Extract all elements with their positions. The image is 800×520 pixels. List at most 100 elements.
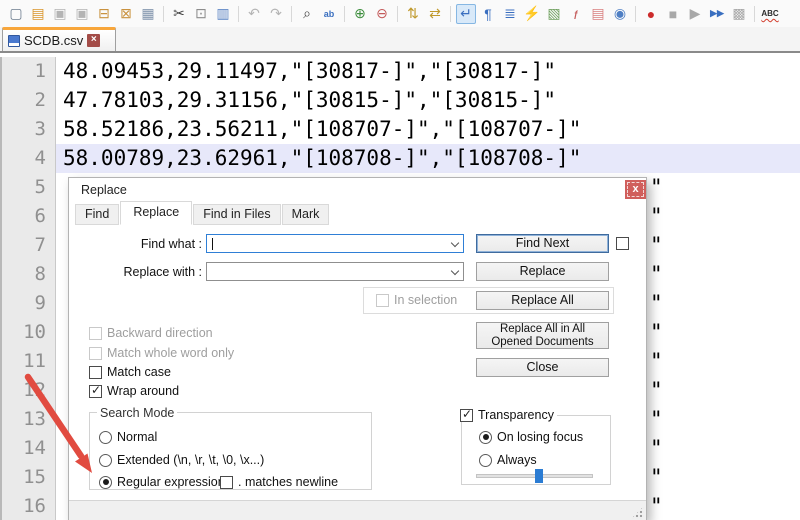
swap-checkbox[interactable] <box>616 237 629 250</box>
on-losing-focus-option[interactable]: On losing focus <box>479 430 583 444</box>
wrap-around-checkbox[interactable] <box>89 385 102 398</box>
document-map-icon: ▧ <box>547 5 560 22</box>
tab-replace[interactable]: Replace <box>120 201 192 225</box>
replace-with-combobox[interactable] <box>206 262 464 281</box>
find-icon: ⌕ <box>303 5 311 22</box>
normal-label: Normal <box>117 430 157 444</box>
toolbar-paste-button[interactable]: ▥ <box>213 4 233 24</box>
in-selection-label: In selection <box>394 293 457 307</box>
on-losing-focus-radio[interactable] <box>479 431 492 444</box>
transparency-option[interactable]: Transparency <box>457 408 557 422</box>
line-text[interactable]: 58.52186,23.56211,"[108707-]","[108707-]… <box>56 115 800 144</box>
toolbar-save-button: ▣ <box>50 4 70 24</box>
backward-direction-checkbox <box>89 327 102 340</box>
toolbar-indent-guide-button[interactable]: ≣ <box>500 4 520 24</box>
always-label: Always <box>497 453 537 467</box>
toolbar-show-all-characters-button[interactable]: ¶ <box>478 4 498 24</box>
toolbar-macro-record-button[interactable]: ● <box>641 4 661 24</box>
toolbar-macro-play-button: ▶ <box>685 4 705 24</box>
toolbar-user-defined-language-button[interactable]: ⚡ <box>522 4 542 24</box>
line-number: 7 <box>0 231 56 260</box>
tab-close-icon[interactable]: × <box>87 34 100 47</box>
toolbar-word-wrap-button[interactable]: ↵ <box>456 4 476 24</box>
resize-grip[interactable] <box>631 506 644 519</box>
toolbar-replace-button[interactable]: ab <box>319 4 339 24</box>
dialog-title[interactable]: Replace <box>81 183 127 197</box>
transparency-slider-thumb[interactable] <box>535 469 543 483</box>
zoom-in-icon: ⊕ <box>354 5 366 22</box>
backward-direction-option: Backward direction <box>89 326 213 340</box>
replace-dialog: Replace x Find Replace Find in Files Mar… <box>68 177 647 520</box>
replace-all-opened-button[interactable]: Replace All in All Opened Documents <box>476 322 609 349</box>
editor-line: 148.09453,29.11497,"[30817-]","[30817-]" <box>0 57 800 86</box>
in-selection-option[interactable]: In selection <box>376 293 457 307</box>
match-whole-word-option: Match whole word only <box>89 346 234 360</box>
toolbar-sync-vertical-scroll-button[interactable]: ⇅ <box>403 4 423 24</box>
line-text[interactable]: 58.00789,23.62961,"[108708-]","[108708-]… <box>56 144 800 173</box>
match-case-checkbox[interactable] <box>89 366 102 379</box>
toolbar-copy-button[interactable]: ⊡ <box>191 4 211 24</box>
toolbar-separator <box>291 6 292 22</box>
chevron-down-icon[interactable] <box>451 239 459 247</box>
match-case-option[interactable]: Match case <box>89 365 171 379</box>
tab-find-in-files[interactable]: Find in Files <box>193 204 280 225</box>
always-option[interactable]: Always <box>479 453 537 467</box>
toolbar-macro-run-multiple-button[interactable]: ▶▶ <box>707 4 727 24</box>
file-tab-label: SCDB.csv <box>24 33 83 48</box>
normal-radio[interactable] <box>99 431 112 444</box>
toolbar-close-document-button[interactable]: ⊟ <box>94 4 114 24</box>
tab-find[interactable]: Find <box>75 204 119 225</box>
transparency-checkbox[interactable] <box>460 409 473 422</box>
text-caret <box>212 238 213 250</box>
file-tab-scdb-csv[interactable]: SCDB.csv × <box>2 27 116 51</box>
line-number: 1 <box>0 57 56 86</box>
line-number: 16 <box>0 492 56 520</box>
transparency-slider[interactable] <box>476 474 593 478</box>
find-what-combobox[interactable] <box>206 234 464 253</box>
editor-line: 247.78103,29.31156,"[30815-]","[30815-]" <box>0 86 800 115</box>
extended-radio[interactable] <box>99 454 112 467</box>
macro-run-multiple-icon: ▶▶ <box>710 8 724 19</box>
toolbar-save-all-button: ▣ <box>72 4 92 24</box>
matches-newline-option[interactable]: . matches newline <box>220 475 338 489</box>
toolbar-sync-horizontal-scroll-button[interactable]: ⇄ <box>425 4 445 24</box>
toolbar-print-button[interactable]: ▦ <box>138 4 158 24</box>
find-next-button[interactable]: Find Next <box>476 234 609 253</box>
always-radio[interactable] <box>479 454 492 467</box>
macro-save-icon: ▩ <box>732 5 745 22</box>
toolbar-close-all-documents-button[interactable]: ⊠ <box>116 4 136 24</box>
new-file-icon: ▢ <box>9 5 22 22</box>
toolbar-document-monitor-eye-button[interactable]: ◉ <box>610 4 630 24</box>
find-what-label: Find what : <box>69 237 202 251</box>
toolbar-separator <box>344 6 345 22</box>
line-number: 13 <box>0 405 56 434</box>
toolbar-function-list-button[interactable]: ƒ <box>566 4 586 24</box>
wrap-around-option[interactable]: Wrap around <box>89 384 179 398</box>
toolbar-folder-as-workspace-button[interactable]: ▤ <box>588 4 608 24</box>
toolbar-cut-button[interactable]: ✂ <box>169 4 189 24</box>
chevron-down-icon[interactable] <box>451 267 459 275</box>
toolbar-new-file-button[interactable]: ▢ <box>6 4 26 24</box>
paste-icon: ▥ <box>216 5 229 22</box>
close-button[interactable]: Close <box>476 358 609 377</box>
search-mode-normal-option[interactable]: Normal <box>99 430 157 444</box>
search-mode-regex-option[interactable]: Regular expression <box>99 475 225 489</box>
toolbar-open-folder-button[interactable]: ▤ <box>28 4 48 24</box>
toolbar-document-map-button[interactable]: ▧ <box>544 4 564 24</box>
toolbar-find-button[interactable]: ⌕ <box>297 4 317 24</box>
replace-button[interactable]: Replace <box>476 262 609 281</box>
line-number: 2 <box>0 86 56 115</box>
toolbar-zoom-out-button[interactable]: ⊖ <box>372 4 392 24</box>
replace-all-button[interactable]: Replace All <box>476 291 609 310</box>
in-selection-checkbox[interactable] <box>376 294 389 307</box>
toolbar-zoom-in-button[interactable]: ⊕ <box>350 4 370 24</box>
line-text[interactable]: 48.09453,29.11497,"[30817-]","[30817-]" <box>56 57 800 86</box>
show-all-characters-icon: ¶ <box>484 6 492 22</box>
search-mode-extended-option[interactable]: Extended (\n, \r, \t, \0, \x...) <box>99 453 264 467</box>
tab-mark[interactable]: Mark <box>282 204 330 225</box>
toolbar-spell-check-button[interactable]: ABC <box>760 4 780 24</box>
regular-expression-radio[interactable] <box>99 476 112 489</box>
line-text[interactable]: 47.78103,29.31156,"[30815-]","[30815-]" <box>56 86 800 115</box>
matches-newline-checkbox[interactable] <box>220 476 233 489</box>
dialog-close-button[interactable]: x <box>625 180 646 199</box>
